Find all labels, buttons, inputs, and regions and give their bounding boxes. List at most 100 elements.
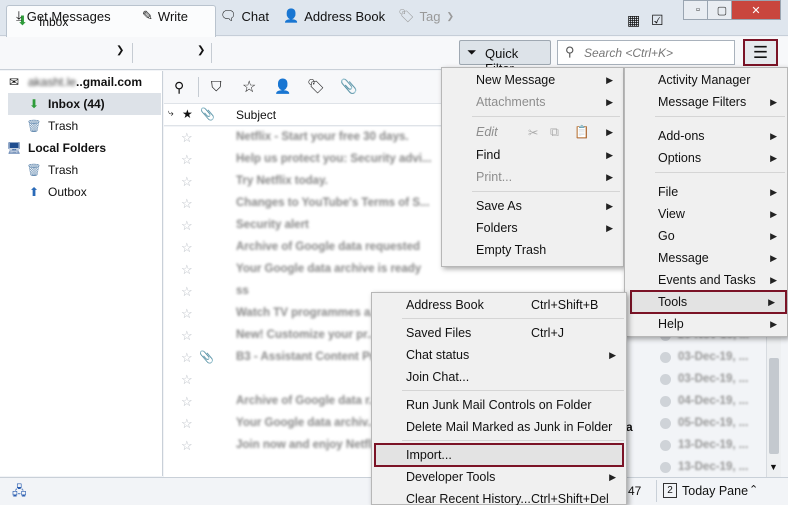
thread-column-icon[interactable]: ⤷ (168, 108, 174, 119)
message-date: 13-Dec-19, ... (678, 461, 749, 473)
get-messages-dropdown-icon[interactable]: ❯ (116, 45, 124, 56)
star-filter-icon[interactable]: ☆ (242, 77, 256, 97)
read-status-icon[interactable] (660, 418, 671, 429)
star-icon[interactable]: ☆ (181, 240, 193, 256)
date-row: 04-Dec-19, ... (658, 391, 768, 413)
tag-icon: 🏷 (398, 8, 415, 23)
chevron-right-icon: ▶ (768, 296, 775, 307)
account-row[interactable]: ✉ akasht.le ..gmail.com (6, 71, 168, 93)
attachment-column-icon[interactable]: 📎 (200, 107, 215, 121)
menu-item-find[interactable]: Find ▶ (442, 144, 623, 166)
star-icon[interactable]: ☆ (181, 218, 193, 234)
toolbar-divider (211, 43, 212, 63)
menu-item-new-message[interactable]: New Message ▶ (442, 69, 623, 91)
close-button[interactable]: ✕ (731, 0, 781, 20)
folder-trash-label: Trash (48, 119, 79, 133)
pin-icon[interactable]: ⚲ (174, 79, 184, 96)
online-status-icon[interactable]: 🖧 (12, 482, 27, 504)
message-date: 04-Dec-19, ... (678, 395, 749, 407)
chevron-right-icon: ▶ (606, 126, 613, 137)
star-icon[interactable]: ☆ (181, 130, 193, 146)
folder-local-folders[interactable]: 🖥 Local Folders (6, 137, 168, 159)
date-row: 03-Dec-19, ... (658, 369, 768, 391)
menu-item-message-filters[interactable]: Message Filters ▶ (625, 91, 787, 113)
tag-button[interactable]: 🏷 Tag ❯ (398, 5, 454, 27)
attachment-filter-icon[interactable]: 📎 (340, 78, 357, 95)
star-icon[interactable]: ☆ (181, 284, 193, 300)
menu-item-empty-trash[interactable]: Empty Trash (442, 239, 623, 261)
read-status-icon[interactable] (660, 374, 671, 385)
star-icon[interactable]: ☆ (181, 174, 193, 190)
menu-item-join-chat[interactable]: Join Chat... (372, 366, 626, 388)
chevron-right-icon: ▶ (770, 318, 777, 329)
date-row: 13-Dec-19, ... (658, 435, 768, 457)
tasks-icon[interactable]: ☑ (651, 12, 664, 29)
star-column-icon[interactable]: ★ (182, 107, 193, 121)
message-subject: Help us protect you: Security advi... (236, 153, 432, 165)
star-icon[interactable]: ☆ (181, 372, 193, 388)
menu-item-save-as[interactable]: Save As ▶ (442, 195, 623, 217)
tag-filter-icon[interactable]: 🏷 (307, 78, 325, 95)
message-subject: Archive of Google data r... (236, 395, 379, 407)
app-menu: Activity Manager Message Filters ▶ Add-on… (624, 67, 788, 337)
message-subject: Watch TV programmes a... (236, 307, 380, 319)
menu-item-add-ons[interactable]: Add-ons ▶ (625, 125, 787, 147)
bookmark-icon[interactable]: ⛉ (211, 78, 222, 95)
subject-column-header[interactable]: Subject (236, 108, 276, 122)
menu-separator (655, 172, 785, 173)
menu-item-options[interactable]: Options ▶ (625, 147, 787, 169)
menu-item-delete-junk[interactable]: Delete Mail Marked as Junk in Folder (372, 416, 626, 438)
menu-item-clear-history[interactable]: Clear Recent History... Ctrl+Shift+Del (372, 488, 626, 505)
write-button[interactable]: ✎ Write (142, 5, 188, 27)
message-date: 05-Dec-19, ... (678, 417, 749, 429)
menu-item-developer-tools[interactable]: Developer Tools ▶ (372, 466, 626, 488)
contact-filter-icon[interactable]: 👤 (274, 78, 291, 95)
calendar-icon[interactable]: ▦ (627, 12, 640, 29)
today-pane-label: Today Pane (682, 484, 749, 498)
menu-item-folders[interactable]: Folders ▶ (442, 217, 623, 239)
menu-item-file[interactable]: File ▶ (625, 181, 787, 203)
read-status-icon[interactable] (660, 352, 671, 363)
star-icon[interactable]: ☆ (181, 196, 193, 212)
get-messages-button[interactable]: ⤓ Get Messages (16, 5, 111, 27)
menu-item-help[interactable]: Help ▶ (625, 313, 787, 335)
app-menu-button[interactable]: ☰ (743, 39, 778, 66)
folder-inbox[interactable]: ⬇ Inbox (44) (8, 93, 161, 115)
menu-item-message[interactable]: Message ▶ (625, 247, 787, 269)
star-icon[interactable]: ☆ (181, 328, 193, 344)
read-status-icon[interactable] (660, 462, 671, 473)
menu-item-events-and-tasks[interactable]: Events and Tasks ▶ (625, 269, 787, 291)
today-pane-button[interactable]: 2 Today Pane ⌃ (656, 480, 764, 502)
star-icon[interactable]: ☆ (181, 306, 193, 322)
menu-item-saved-files[interactable]: Saved Files Ctrl+J (372, 322, 626, 344)
menu-item-address-book[interactable]: Address Book Ctrl+Shift+B (372, 294, 626, 316)
scroll-down-arrow-icon[interactable]: ▼ (769, 462, 778, 472)
chevron-right-icon: ▶ (770, 252, 777, 263)
read-status-icon[interactable] (660, 440, 671, 451)
star-icon[interactable]: ☆ (181, 262, 193, 278)
search-input[interactable]: ⚲ Search <Ctrl+K> (557, 40, 735, 65)
menu-item-chat-status[interactable]: Chat status ▶ (372, 344, 626, 366)
address-book-button[interactable]: 👤 Address Book (283, 5, 385, 27)
star-icon[interactable]: ☆ (181, 152, 193, 168)
star-icon[interactable]: ☆ (181, 416, 193, 432)
star-icon[interactable]: ☆ (181, 394, 193, 410)
menu-item-view[interactable]: View ▶ (625, 203, 787, 225)
read-status-icon[interactable] (660, 396, 671, 407)
write-dropdown-icon[interactable]: ❯ (197, 45, 205, 56)
menu-item-activity-manager[interactable]: Activity Manager (625, 69, 787, 91)
star-icon[interactable]: ☆ (181, 438, 193, 454)
quick-filter-button[interactable]: ⏷ Quick Filter (459, 40, 551, 76)
star-icon[interactable]: ☆ (181, 350, 193, 366)
menu-item-run-junk-controls[interactable]: Run Junk Mail Controls on Folder (372, 394, 626, 416)
menu-item-go[interactable]: Go ▶ (625, 225, 787, 247)
chevron-right-icon: ▶ (770, 230, 777, 241)
message-subject: New! Customize your pr... (236, 329, 377, 341)
scrollbar-thumb[interactable] (769, 358, 779, 454)
chevron-right-icon: ▶ (606, 74, 613, 85)
message-subject: Your Google data archive is ready (236, 263, 422, 275)
chat-button[interactable]: 🗨 Chat (220, 5, 269, 27)
menu-item-attachments: Attachments ▶ (476, 95, 613, 109)
menu-item-import[interactable]: Import... (374, 443, 624, 467)
menu-item-tools[interactable]: Tools ▶ (630, 290, 787, 314)
